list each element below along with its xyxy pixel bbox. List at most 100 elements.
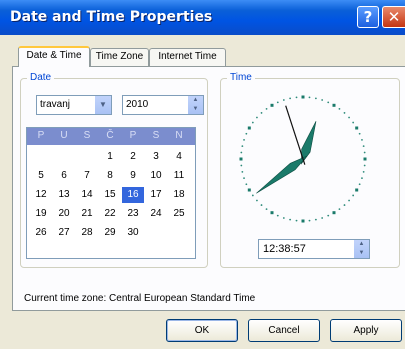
calendar-day[interactable]: 2 [122, 149, 144, 165]
calendar-day[interactable]: 17 [145, 187, 167, 203]
spin-up-icon[interactable]: ▲ [354, 240, 369, 249]
calendar-day[interactable]: 22 [99, 206, 121, 222]
spin-down-icon[interactable]: ▼ [354, 249, 369, 258]
minute-tick [361, 138, 363, 141]
cancel-button[interactable]: Cancel [248, 319, 320, 342]
calendar-day-selected[interactable]: 16 [122, 187, 144, 203]
minute-tick [348, 116, 350, 119]
chevron-down-icon[interactable]: ▼ [94, 96, 111, 114]
ok-label: OK [194, 325, 210, 336]
minute-tick [240, 151, 243, 154]
calendar-day[interactable]: 24 [145, 206, 167, 222]
time-value: 12:38:57 [263, 243, 306, 255]
calendar-day[interactable]: 3 [145, 149, 167, 165]
calendar-day[interactable]: 19 [30, 206, 52, 222]
year-spin-buttons[interactable]: ▲ ▼ [188, 96, 203, 114]
time-spin-buttons[interactable]: ▲ ▼ [354, 240, 369, 258]
minute-tick [295, 96, 298, 99]
calendar-day[interactable]: 18 [168, 187, 190, 203]
calendar-day[interactable]: 21 [76, 206, 98, 222]
minute-tick [260, 112, 263, 114]
calendar-day[interactable]: 20 [53, 206, 75, 222]
minute-tick [282, 99, 285, 101]
minute-tick [363, 151, 366, 154]
ok-button[interactable]: OK [166, 319, 238, 342]
hour-tick [247, 188, 251, 192]
window-title: Date and Time Properties [10, 9, 213, 25]
minute-tick [352, 121, 355, 124]
calendar-day[interactable]: 8 [99, 168, 121, 184]
calendar-day[interactable]: 11 [168, 168, 190, 184]
calendar-day[interactable]: 26 [30, 225, 52, 241]
hour-tick [301, 95, 305, 99]
minute-tick [245, 132, 248, 135]
apply-button[interactable]: Apply [330, 319, 402, 342]
minute-tick [361, 177, 363, 180]
calendar: PUSČPSN 1 2 3 4 5 6 7 8 9 10 11 12 13 14 15 16 17 18 19 20 2… [26, 127, 196, 259]
calendar-day[interactable]: 12 [30, 187, 52, 203]
tab-label: Date & Time [26, 50, 82, 61]
calendar-day[interactable]: 15 [99, 187, 121, 203]
minute-tick [256, 199, 258, 202]
calendar-day[interactable]: 29 [99, 225, 121, 241]
hour-tick [363, 157, 367, 161]
minute-tick [245, 183, 248, 186]
tab-time-zone[interactable]: Time Zone [90, 48, 149, 66]
minute-tick [260, 204, 263, 206]
help-button[interactable]: ? [357, 6, 379, 28]
month-dropdown[interactable]: travanj ▼ [36, 95, 112, 115]
minute-tick [327, 214, 330, 217]
calendar-day[interactable]: 30 [122, 225, 144, 241]
close-button[interactable]: ✕ [382, 6, 405, 28]
second-hand [285, 105, 306, 165]
calendar-day[interactable]: 7 [76, 168, 98, 184]
minute-hand [256, 155, 308, 194]
calendar-day[interactable]: 6 [53, 168, 75, 184]
calendar-day[interactable]: 23 [122, 206, 144, 222]
minute-tick [314, 97, 317, 100]
spin-down-icon[interactable]: ▼ [188, 105, 203, 114]
minute-tick [321, 217, 324, 219]
tab-date-time[interactable]: Date & Time [18, 46, 90, 67]
hour-tick [301, 219, 305, 223]
weekday-header: S [152, 130, 160, 141]
minute-tick [243, 138, 245, 141]
minute-tick [362, 145, 365, 148]
calendar-day[interactable]: 28 [76, 225, 98, 241]
calendar-day[interactable]: 9 [122, 168, 144, 184]
minute-tick [358, 132, 361, 135]
year-value: 2010 [126, 99, 149, 110]
cancel-label: Cancel [268, 325, 300, 336]
minute-tick [363, 164, 366, 167]
calendar-day[interactable]: 5 [30, 168, 52, 184]
minute-tick [251, 121, 254, 124]
minute-tick [289, 97, 292, 100]
calendar-day[interactable]: 25 [168, 206, 190, 222]
tab-internet-time[interactable]: Internet Time [149, 48, 226, 66]
calendar-day[interactable]: 4 [168, 149, 190, 165]
date-time-dialog: Date and Time Properties ? ✕ Date & Time… [0, 0, 405, 349]
hour-tick [270, 211, 274, 215]
calendar-day[interactable]: 13 [53, 187, 75, 203]
date-group-label: Date [27, 72, 55, 83]
help-icon: ? [363, 8, 373, 26]
analog-clock [239, 95, 367, 223]
year-spinner[interactable]: 2010 ▲ ▼ [122, 95, 204, 115]
minute-tick [256, 116, 258, 119]
minute-tick [241, 170, 244, 173]
calendar-day[interactable]: 14 [76, 187, 98, 203]
hour-tick [247, 126, 251, 130]
calendar-day[interactable]: 1 [99, 149, 121, 165]
calendar-day[interactable]: 27 [53, 225, 75, 241]
weekday-header: P [129, 130, 137, 141]
calendar-day[interactable]: 10 [145, 168, 167, 184]
weekday-header: S [83, 130, 91, 141]
minute-tick [282, 217, 285, 219]
minute-tick [314, 218, 317, 221]
hour-tick [355, 188, 359, 192]
time-field[interactable]: 12:38:57 ▲ ▼ [258, 239, 370, 259]
spin-up-icon[interactable]: ▲ [188, 96, 203, 105]
minute-tick [240, 164, 243, 167]
calendar-header: PUSČPSN [27, 128, 195, 145]
title-bar[interactable]: Date and Time Properties ? ✕ [0, 0, 405, 35]
